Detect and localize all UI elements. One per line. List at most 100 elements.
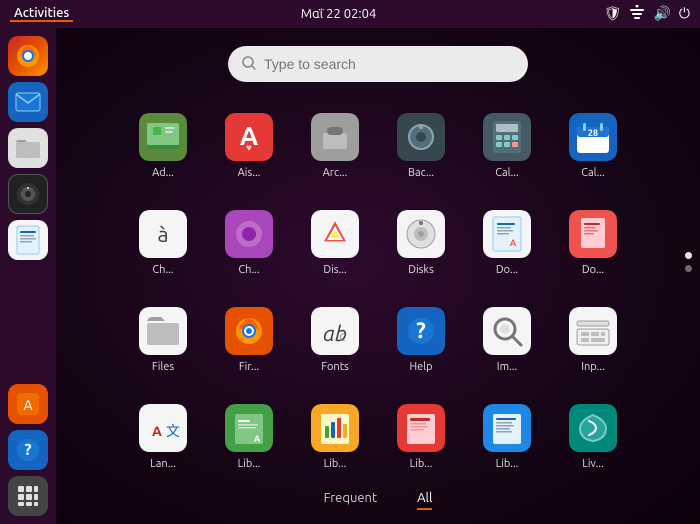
app-label-dis: Dis... [323, 264, 346, 277]
search-icon [242, 56, 256, 73]
app-item-ais[interactable]: A♥ Ais... [209, 102, 289, 192]
app-icon-doc1: A [483, 210, 531, 258]
app-icon-lib2 [311, 404, 359, 452]
volume-icon[interactable]: 🔊 [653, 5, 670, 22]
svg-text:文: 文 [166, 423, 180, 439]
app-label-doc2: Do... [582, 264, 604, 277]
sidebar-item-mail[interactable] [8, 82, 48, 122]
sidebar-item-firefox[interactable] [8, 36, 48, 76]
tab-all[interactable]: All [417, 491, 432, 510]
app-label-doc1: Do... [496, 264, 518, 277]
app-item-lib1[interactable]: A Lib... [209, 392, 289, 482]
app-label-disks: Disks [408, 264, 434, 277]
app-item-help[interactable]: ? Help [381, 296, 461, 386]
app-item-disks[interactable]: Disks [381, 199, 461, 289]
app-label-files: Files [152, 361, 174, 374]
app-item-lib3[interactable]: Lib... [381, 392, 461, 482]
app-item-firefox[interactable]: Fir... [209, 296, 289, 386]
app-icon-ais: A♥ [225, 113, 273, 161]
app-item-ch1[interactable]: à Ch... [123, 199, 203, 289]
app-item-lib4[interactable]: Lib... [467, 392, 547, 482]
svg-text:28: 28 [588, 128, 598, 138]
sidebar-item-appstore[interactable]: A [8, 384, 48, 424]
app-label-lib3: Lib... [410, 458, 433, 471]
app-icon-firefox [225, 307, 273, 355]
app-icon-doc2 [569, 210, 617, 258]
search-input[interactable] [264, 56, 514, 72]
svg-text:?: ? [416, 318, 426, 343]
svg-text:à: à [157, 222, 168, 247]
app-label-im: Im... [497, 361, 517, 374]
app-item-im[interactable]: Im... [467, 296, 547, 386]
app-icon-lib1: A [225, 404, 273, 452]
svg-text:c: c [339, 328, 346, 344]
app-label-arc: Arc... [323, 167, 348, 180]
power-icon[interactable]: ⏻ [679, 5, 690, 22]
bottom-tabs: Frequent All [324, 491, 433, 514]
app-icon-ad [139, 113, 187, 161]
app-icon-fonts: abc [311, 307, 359, 355]
app-icon-liv [569, 404, 617, 452]
app-item-arc[interactable]: Arc... [295, 102, 375, 192]
app-label-liv: Liv... [582, 458, 603, 471]
app-label-calendar: Cal... [581, 167, 604, 180]
app-icon-help: ? [397, 307, 445, 355]
app-icon-inp [569, 307, 617, 355]
app-label-lib4: Lib... [496, 458, 519, 471]
svg-text:?: ? [24, 441, 31, 459]
app-item-ad[interactable]: Ad... [123, 102, 203, 192]
app-icon-calc [483, 113, 531, 161]
search-bar[interactable] [228, 46, 528, 82]
app-icon-calendar: 28 [569, 113, 617, 161]
sidebar-item-rhythmbox[interactable] [8, 174, 48, 214]
network-icon[interactable] [629, 5, 645, 22]
sidebar-item-show-apps[interactable] [8, 476, 48, 516]
app-item-doc2[interactable]: Do... [553, 199, 633, 289]
app-item-doc1[interactable]: A Do... [467, 199, 547, 289]
topbar: Activities Μαΐ 22 02:04 🛡 🔊 ⏻ [0, 0, 700, 28]
svg-text:A: A [152, 423, 162, 439]
app-icon-ch1: à [139, 210, 187, 258]
svg-text:♥: ♥ [246, 142, 252, 153]
app-item-files[interactable]: Files [123, 296, 203, 386]
app-icon-dis [311, 210, 359, 258]
app-label-lib1: Lib... [238, 458, 261, 471]
app-label-ch2: Ch... [238, 264, 259, 277]
app-icon-files [139, 307, 187, 355]
app-item-inp[interactable]: Inp... [553, 296, 633, 386]
app-label-lib2: Lib... [324, 458, 347, 471]
sidebar: A ? [0, 28, 56, 524]
app-label-ais: Ais... [238, 167, 261, 180]
app-item-calendar[interactable]: 28 Cal... [553, 102, 633, 192]
app-item-fonts[interactable]: abc Fonts [295, 296, 375, 386]
app-label-firefox: Fir... [239, 361, 259, 374]
main-content: Ad... A♥ Ais... Arc... Bac... Cal... 28 … [56, 28, 700, 524]
sidebar-item-writer[interactable] [8, 220, 48, 260]
app-label-lan: Lan... [150, 458, 176, 471]
svg-text:A: A [510, 238, 517, 248]
app-item-dis[interactable]: Dis... [295, 199, 375, 289]
app-label-help: Help [409, 361, 432, 374]
tab-frequent[interactable]: Frequent [324, 491, 377, 510]
app-item-lan[interactable]: A文 Lan... [123, 392, 203, 482]
app-item-calc[interactable]: Cal... [467, 102, 547, 192]
sidebar-item-files[interactable] [8, 128, 48, 168]
svg-text:A: A [23, 397, 32, 413]
app-icon-lan: A文 [139, 404, 187, 452]
app-label-ad: Ad... [152, 167, 174, 180]
activities-button[interactable]: Activities [10, 6, 73, 22]
app-item-ch2[interactable]: Ch... [209, 199, 289, 289]
svg-text:A: A [254, 434, 261, 444]
sidebar-item-help[interactable]: ? [8, 430, 48, 470]
app-item-liv[interactable]: Liv... [553, 392, 633, 482]
datetime-display: Μαΐ 22 02:04 [301, 7, 377, 21]
app-icon-im [483, 307, 531, 355]
app-label-bac: Bac... [408, 167, 434, 180]
app-item-lib2[interactable]: Lib... [295, 392, 375, 482]
app-label-fonts: Fonts [321, 361, 349, 374]
app-label-inp: Inp... [581, 361, 605, 374]
app-icon-ch2 [225, 210, 273, 258]
app-item-bac[interactable]: Bac... [381, 102, 461, 192]
app-icon-lib3 [397, 404, 445, 452]
sidebar-bottom: A ? [8, 384, 48, 516]
